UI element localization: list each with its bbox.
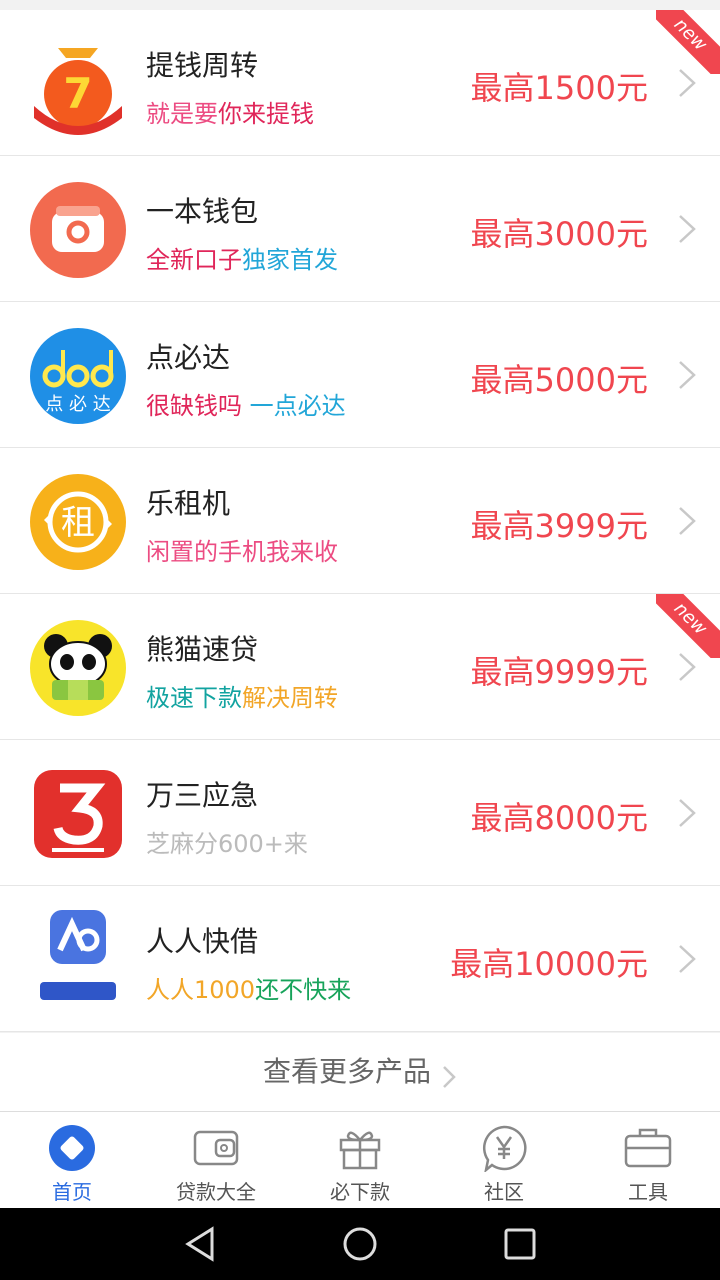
app-logo-yibenqianbao bbox=[30, 182, 126, 278]
product-slogan: 极速下款解决周转 bbox=[146, 678, 338, 713]
toolbox-icon bbox=[624, 1128, 672, 1168]
home-diamond-icon bbox=[49, 1125, 95, 1171]
chevron-right-icon bbox=[679, 215, 696, 243]
tab-community[interactable]: 社区 bbox=[432, 1112, 576, 1209]
slogan-part: 人人1000 bbox=[146, 976, 256, 1004]
slogan-part: 芝麻分600+来 bbox=[146, 830, 308, 858]
chevron-right-icon bbox=[679, 507, 696, 535]
product-row[interactable]: 人人快借 人人1000还不快来 最高10000元 bbox=[0, 886, 720, 1032]
max-amount: 最高3000元 bbox=[470, 215, 648, 253]
chevron-right-icon bbox=[679, 945, 696, 973]
view-more-products-button[interactable]: 查看更多产品 bbox=[0, 1033, 720, 1111]
product-row[interactable]: 点 必 达 点必达 很缺钱吗 一点必达 最高5000元 bbox=[0, 302, 720, 448]
tab-label: 贷款大全 bbox=[176, 1180, 256, 1204]
tab-label: 必下款 bbox=[330, 1180, 390, 1204]
chevron-right-icon bbox=[679, 361, 696, 389]
tab-label: 工具 bbox=[628, 1180, 668, 1204]
product-slogan: 很缺钱吗 一点必达 bbox=[146, 386, 346, 421]
product-name: 乐租机 bbox=[146, 487, 231, 520]
bottom-tab-bar: 首页 贷款大全 必下款 社区 工具 bbox=[0, 1111, 720, 1209]
app-logo-renrenkuaijie bbox=[30, 906, 126, 1016]
product-name: 万三应急 bbox=[146, 779, 259, 812]
tab-label: 社区 bbox=[484, 1180, 524, 1204]
new-ribbon: new bbox=[656, 594, 720, 658]
tab-loans[interactable]: 贷款大全 bbox=[144, 1112, 288, 1209]
tab-tools[interactable]: 工具 bbox=[576, 1112, 720, 1209]
product-name: 人人快借 bbox=[146, 925, 259, 958]
slogan-part: 就是要 bbox=[146, 100, 218, 128]
wallet-icon bbox=[193, 1130, 239, 1166]
app-logo-lezuji: 租 bbox=[30, 474, 126, 570]
chevron-right-icon bbox=[679, 799, 696, 827]
gift-icon bbox=[339, 1131, 381, 1170]
max-amount: 最高1500元 bbox=[470, 69, 648, 107]
app-logo-dianbida: 点 必 达 bbox=[30, 328, 126, 424]
tab-home[interactable]: 首页 bbox=[0, 1112, 144, 1209]
product-row[interactable]: 一本钱包 全新口子独家首发 最高3000元 bbox=[0, 156, 720, 302]
product-row[interactable]: 租 乐租机 闲置的手机我来收 最高3999元 bbox=[0, 448, 720, 594]
product-name: 提钱周转 bbox=[146, 49, 259, 82]
slogan-part: 你来提钱 bbox=[218, 100, 314, 128]
svg-text:7: 7 bbox=[63, 69, 92, 118]
app-logo-wansanyingji bbox=[34, 770, 122, 858]
slogan-part: 独家首发 bbox=[242, 246, 338, 274]
max-amount: 最高8000元 bbox=[470, 799, 648, 837]
product-row[interactable]: 7 提钱周转 就是要你来提钱 最高1500元 new bbox=[0, 10, 720, 156]
max-amount: 最高3999元 bbox=[470, 507, 648, 545]
chevron-right-icon bbox=[443, 1065, 456, 1088]
tab-must-approve[interactable]: 必下款 bbox=[288, 1112, 432, 1209]
svg-text:点 必 达: 点 必 达 bbox=[45, 394, 110, 415]
product-slogan: 全新口子独家首发 bbox=[146, 240, 338, 275]
product-row[interactable]: 熊猫速贷 极速下款解决周转 最高9999元 new bbox=[0, 594, 720, 740]
slogan-part: 还不快来 bbox=[255, 976, 352, 1004]
max-amount: 最高5000元 bbox=[470, 361, 648, 399]
home-circle-icon[interactable] bbox=[342, 1226, 378, 1262]
app-logo-tiqianzhouzhuan: 7 bbox=[28, 28, 128, 138]
app-logo-xiongmaosudai bbox=[30, 620, 126, 716]
product-row[interactable]: 万三应急 芝麻分600+来 最高8000元 bbox=[0, 740, 720, 886]
slogan-part: 极速下款 bbox=[146, 684, 242, 712]
android-navigation-bar bbox=[0, 1208, 720, 1280]
product-slogan: 人人1000还不快来 bbox=[146, 970, 351, 1005]
recent-apps-icon[interactable] bbox=[502, 1226, 538, 1262]
slogan-part: 解决周转 bbox=[242, 684, 338, 712]
product-slogan: 闲置的手机我来收 bbox=[146, 532, 338, 567]
max-amount: 最高10000元 bbox=[450, 945, 648, 983]
tab-label: 首页 bbox=[52, 1180, 92, 1204]
product-slogan: 就是要你来提钱 bbox=[146, 94, 314, 129]
slogan-part: 全新口子 bbox=[146, 246, 242, 274]
back-icon[interactable] bbox=[182, 1226, 218, 1262]
yen-chat-icon bbox=[483, 1125, 527, 1172]
product-list: 7 提钱周转 就是要你来提钱 最高1500元 new 一本钱包 全新口子独家首发… bbox=[0, 10, 720, 1032]
svg-text:租: 租 bbox=[61, 503, 95, 543]
max-amount: 最高9999元 bbox=[470, 653, 648, 691]
slogan-part: 很缺钱吗 bbox=[146, 392, 250, 420]
slogan-part: 闲置的手机我来收 bbox=[146, 538, 338, 566]
product-slogan: 芝麻分600+来 bbox=[146, 824, 308, 859]
product-name: 熊猫速贷 bbox=[146, 633, 259, 666]
slogan-part: 一点必达 bbox=[249, 392, 346, 420]
product-name: 点必达 bbox=[146, 341, 231, 374]
new-ribbon: new bbox=[656, 10, 720, 74]
view-more-label: 查看更多产品 bbox=[262, 1055, 431, 1088]
product-name: 一本钱包 bbox=[146, 195, 259, 228]
